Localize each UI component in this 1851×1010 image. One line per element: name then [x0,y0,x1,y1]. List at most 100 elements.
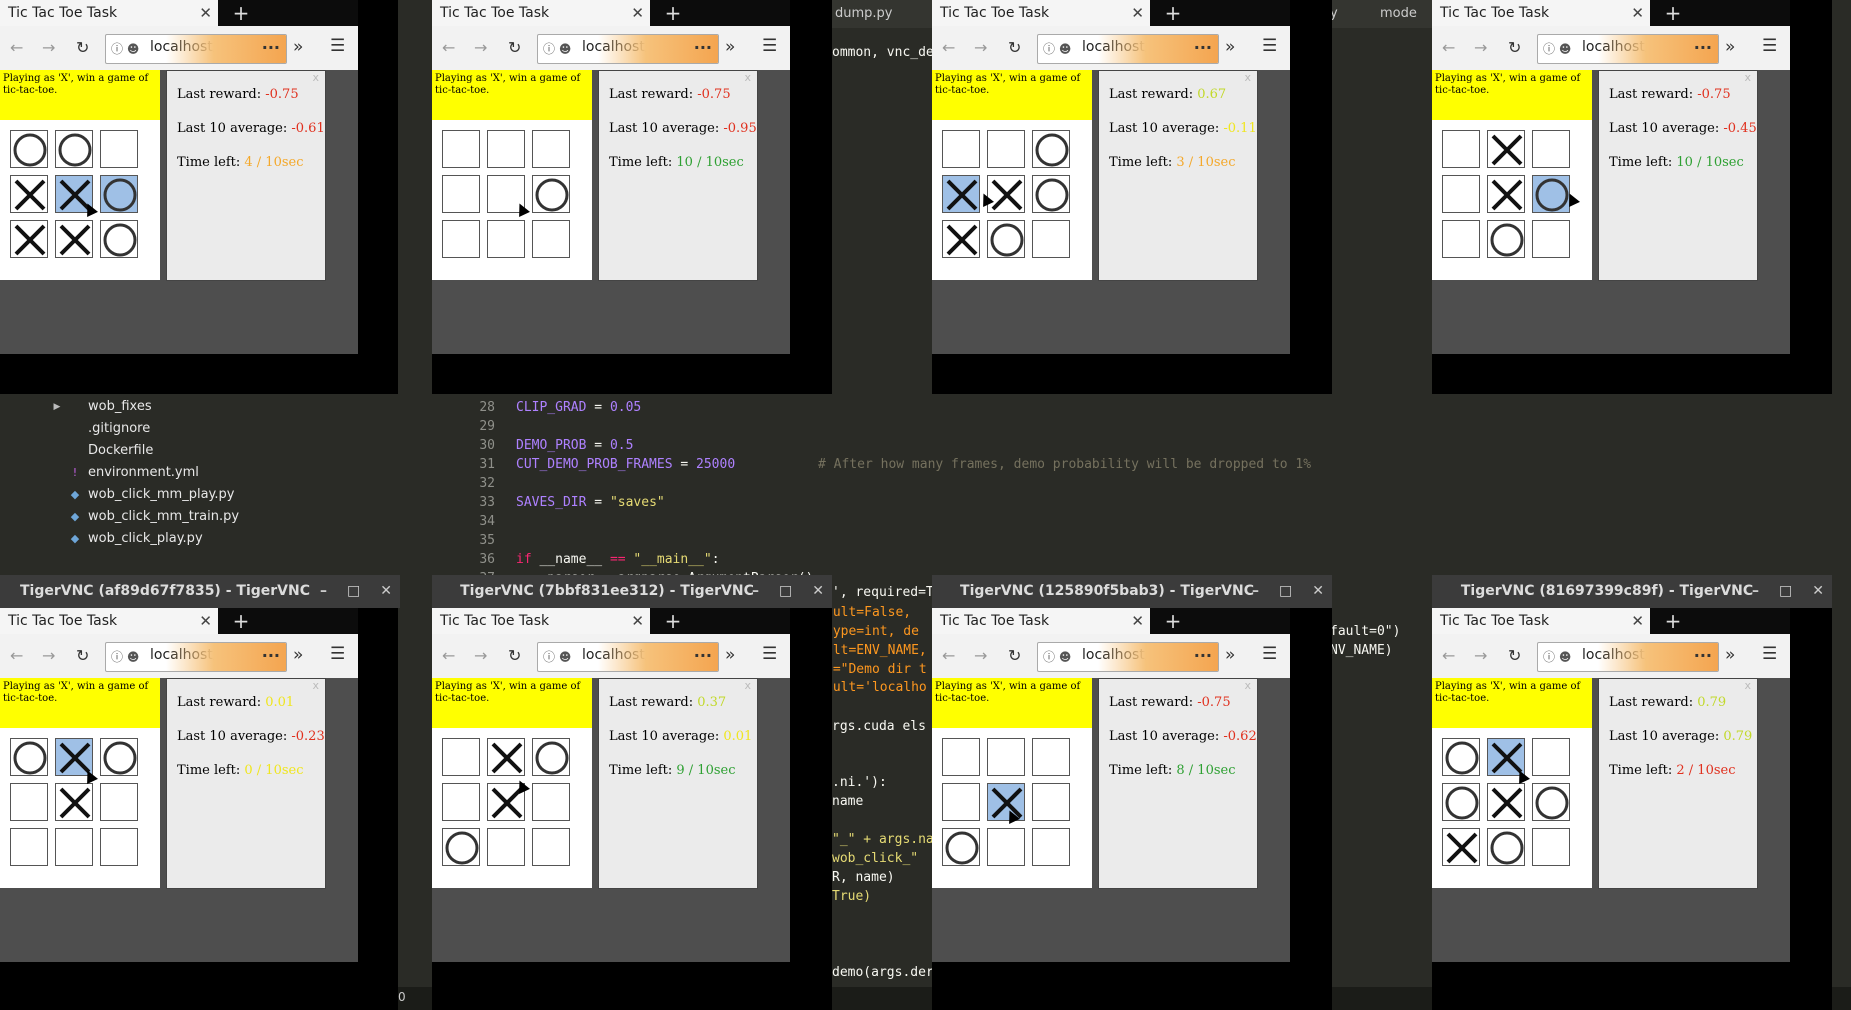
board-cell[interactable] [1487,175,1525,213]
board-cell[interactable] [1532,220,1570,258]
new-tab-button[interactable]: + [1160,608,1186,634]
board-cell[interactable] [10,220,48,258]
url-bar[interactable]: ⓘ ☻localhost/m··· [1037,642,1219,672]
close-icon[interactable]: ✕ [1631,608,1644,634]
file-tree-item[interactable]: ◆ wob_click_mm_play.py [48,484,428,506]
board-cell[interactable] [1532,783,1570,821]
overflow-chevron-icon[interactable]: » [1725,645,1735,665]
forward-arrow-icon[interactable]: → [42,646,55,666]
overflow-chevron-icon[interactable]: » [1225,37,1235,57]
new-tab-button[interactable]: + [228,0,254,26]
board-cell[interactable] [942,828,980,866]
close-icon[interactable]: ✕ [1631,0,1644,26]
browser-tab[interactable]: Tic Tac Toe Task ✕ [0,608,218,634]
minimize-icon[interactable]: – [1252,575,1259,608]
close-stats-icon[interactable]: x [1744,71,1751,84]
file-tree-item[interactable]: .gitignore [48,418,428,440]
overflow-chevron-icon[interactable]: » [1225,645,1235,665]
board-cell[interactable] [987,175,1025,213]
board-cell[interactable] [1032,828,1070,866]
vnc-title-bar[interactable]: TigerVNC (81697399c89f) - TigerVNC – □ ✕ [1432,575,1832,608]
browser-tab[interactable]: Tic Tac Toe Task ✕ [932,608,1150,634]
overflow-chevron-icon[interactable]: » [293,37,303,57]
page-actions-icon[interactable]: ··· [694,38,712,57]
forward-arrow-icon[interactable]: → [1474,646,1487,666]
overflow-chevron-icon[interactable]: » [725,37,735,57]
new-tab-button[interactable]: + [1160,0,1186,26]
url-bar[interactable]: ⓘ ☻localhost/m··· [1537,642,1719,672]
hamburger-menu-icon[interactable]: ☰ [1762,644,1777,664]
file-tree-item[interactable]: ◆ wob_click_play.py [48,528,428,550]
close-icon[interactable]: ✕ [1812,575,1824,608]
back-arrow-icon[interactable]: ← [442,646,455,666]
board-cell[interactable] [1442,783,1480,821]
reload-icon[interactable]: ↻ [76,38,89,58]
back-arrow-icon[interactable]: ← [942,38,955,58]
site-info-icon[interactable]: ⓘ ☻ [1043,40,1071,57]
board-cell[interactable] [1032,783,1070,821]
page-actions-icon[interactable]: ··· [1694,646,1712,665]
board-cell[interactable] [1032,220,1070,258]
board-cell[interactable] [100,220,138,258]
close-stats-icon[interactable]: x [1244,679,1251,692]
back-arrow-icon[interactable]: ← [942,646,955,666]
site-info-icon[interactable]: ⓘ ☻ [1043,648,1071,665]
board-cell[interactable] [1487,828,1525,866]
board-cell[interactable] [1032,738,1070,776]
board-cell[interactable] [442,220,480,258]
close-stats-icon[interactable]: x [744,679,751,692]
page-actions-icon[interactable]: ··· [262,646,280,665]
close-stats-icon[interactable]: x [312,679,319,692]
site-info-icon[interactable]: ⓘ ☻ [1543,648,1571,665]
board-cell[interactable] [1032,130,1070,168]
editor-tab[interactable]: dump.py [825,0,940,28]
browser-tab[interactable]: Tic Tac Toe Task ✕ [1432,0,1650,26]
browser-tab[interactable]: Tic Tac Toe Task ✕ [432,0,650,26]
board-cell[interactable] [55,130,93,168]
board-cell[interactable] [1532,738,1570,776]
browser-tab[interactable]: Tic Tac Toe Task ✕ [932,0,1150,26]
board-cell[interactable] [55,220,93,258]
close-stats-icon[interactable]: x [1744,679,1751,692]
browser-tab[interactable]: Tic Tac Toe Task ✕ [1432,608,1650,634]
forward-arrow-icon[interactable]: → [42,38,55,58]
close-stats-icon[interactable]: x [312,71,319,84]
board-cell[interactable] [1442,220,1480,258]
board-cell[interactable] [10,175,48,213]
board-cell[interactable] [1487,220,1525,258]
board-cell[interactable] [1442,175,1480,213]
close-icon[interactable]: ✕ [812,575,824,608]
url-bar[interactable]: ⓘ ☻localhost/m··· [1537,34,1719,64]
file-tree-item[interactable]: ! environment.yml [48,462,428,484]
close-icon[interactable]: ✕ [380,575,392,608]
board-cell[interactable] [532,175,570,213]
close-stats-icon[interactable]: x [1244,71,1251,84]
board-cell[interactable] [1442,828,1480,866]
board-cell[interactable] [1532,130,1570,168]
board-cell[interactable] [442,130,480,168]
board-cell[interactable] [532,783,570,821]
reload-icon[interactable]: ↻ [1508,38,1521,58]
maximize-icon[interactable]: □ [1279,575,1292,608]
hamburger-menu-icon[interactable]: ☰ [762,644,777,664]
board-cell[interactable] [942,175,980,213]
board-cell[interactable] [532,130,570,168]
board-cell[interactable] [942,738,980,776]
overflow-chevron-icon[interactable]: » [293,645,303,665]
board-cell[interactable] [100,175,138,213]
board-cell[interactable] [442,783,480,821]
url-bar[interactable]: ⓘ ☻localhost/m··· [105,642,287,672]
site-info-icon[interactable]: ⓘ ☻ [1543,40,1571,57]
maximize-icon[interactable]: □ [347,575,360,608]
forward-arrow-icon[interactable]: → [1474,38,1487,58]
board-cell[interactable] [1532,175,1570,213]
board-cell[interactable] [942,220,980,258]
hamburger-menu-icon[interactable]: ☰ [330,36,345,56]
back-arrow-icon[interactable]: ← [10,38,23,58]
board-cell[interactable] [1487,783,1525,821]
reload-icon[interactable]: ↻ [1008,646,1021,666]
reload-icon[interactable]: ↻ [1008,38,1021,58]
board-cell[interactable] [942,130,980,168]
maximize-icon[interactable]: □ [779,575,792,608]
minimize-icon[interactable]: – [752,575,759,608]
